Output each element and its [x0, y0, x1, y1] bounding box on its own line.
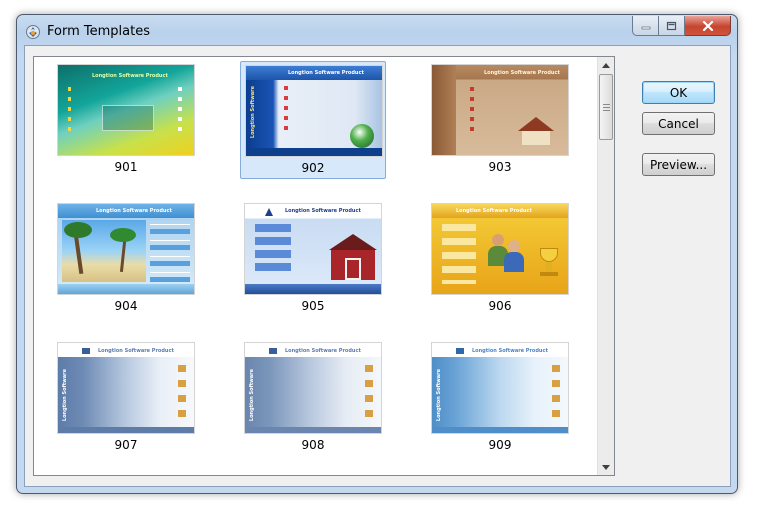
thumb-title: Longtion Software Product — [456, 208, 532, 214]
template-thumbnail: Longtion Software Product — [57, 64, 195, 156]
template-tile-907[interactable]: Longtion Software Product Longtion Softw… — [53, 339, 199, 457]
thumb-title: Longtion Software Product — [98, 348, 174, 354]
scroll-down-button[interactable] — [598, 459, 614, 475]
cancel-button[interactable]: Cancel — [642, 112, 715, 135]
template-tile-908[interactable]: Longtion Software Product Longtion Softw… — [240, 339, 386, 457]
template-tile-905[interactable]: Longtion Software Product 905 — [240, 200, 386, 318]
caption-buttons — [632, 16, 731, 36]
thumb-title: Longtion Software Product — [92, 73, 168, 79]
thumb-side-text: Longtion Software — [249, 369, 255, 422]
close-icon — [702, 20, 713, 31]
template-thumbnail: Longtion Software Product — [244, 203, 382, 295]
thumb-title: Longtion Software Product — [484, 70, 560, 76]
template-label: 909 — [488, 438, 512, 452]
thumb-side-text: Longtion Software — [436, 369, 442, 422]
template-thumbnail: Longtion Software Product Longtion Softw… — [244, 342, 382, 434]
scroll-thumb[interactable] — [599, 74, 613, 140]
thumb-title: Longtion Software Product — [472, 348, 548, 354]
preview-button[interactable]: Preview... — [642, 153, 715, 176]
arrow-down-icon — [602, 464, 610, 470]
template-label: 902 — [301, 161, 325, 175]
form-templates-window: Form Templates Longtion Software Product — [16, 14, 738, 494]
app-gear-icon — [26, 25, 40, 39]
template-thumbnail: Longtion Software Product Longtion Softw… — [57, 342, 195, 434]
template-label: 907 — [114, 438, 138, 452]
template-tile-906[interactable]: Longtion Software Product 906 — [427, 200, 573, 318]
template-label: 903 — [488, 160, 512, 174]
template-tile-909[interactable]: Longtion Software Product Longtion Softw… — [427, 339, 573, 457]
minimize-button[interactable] — [632, 16, 659, 36]
arrow-up-icon — [602, 62, 610, 68]
close-button[interactable] — [685, 16, 731, 36]
template-thumbnail: Longtion Software Product — [431, 203, 569, 295]
title-bar[interactable]: Form Templates — [17, 15, 737, 45]
thumb-side-text: Longtion Software — [62, 369, 68, 422]
thumb-side-text: Longtion Software — [250, 86, 256, 139]
maximize-icon — [666, 21, 677, 30]
template-tile-901[interactable]: Longtion Software Product 901 — [53, 61, 199, 179]
dialog-body: Longtion Software Product 901 Longtion S… — [24, 45, 731, 487]
template-thumbnail: Longtion Software Product — [57, 203, 195, 295]
template-thumbnail: Longtion Software Product Longtion Softw… — [245, 65, 383, 157]
minimize-icon — [641, 26, 650, 29]
template-label: 901 — [114, 160, 138, 174]
thumb-title: Longtion Software Product — [288, 70, 364, 76]
window-title: Form Templates — [47, 24, 150, 39]
ok-button[interactable]: OK — [642, 81, 715, 104]
maximize-button[interactable] — [659, 16, 685, 36]
scroll-up-button[interactable] — [598, 57, 614, 73]
template-thumbnail: Longtion Software Product Longtion Softw… — [431, 342, 569, 434]
vertical-scrollbar[interactable] — [597, 57, 614, 475]
thumb-title: Longtion Software Product — [96, 208, 172, 214]
thumb-title: Longtion Software Product — [285, 348, 361, 354]
thumb-title: Longtion Software Product — [285, 208, 361, 214]
template-tile-902[interactable]: Longtion Software Product Longtion Softw… — [240, 61, 386, 179]
template-tile-903[interactable]: Longtion Software Product 903 — [427, 61, 573, 179]
template-thumbnail: Longtion Software Product — [431, 64, 569, 156]
template-label: 905 — [301, 299, 325, 313]
template-list[interactable]: Longtion Software Product 901 Longtion S… — [33, 56, 615, 476]
template-label: 904 — [114, 299, 138, 313]
template-tile-904[interactable]: Longtion Software Product 904 — [53, 200, 199, 318]
template-label: 908 — [301, 438, 325, 452]
template-label: 906 — [488, 299, 512, 313]
